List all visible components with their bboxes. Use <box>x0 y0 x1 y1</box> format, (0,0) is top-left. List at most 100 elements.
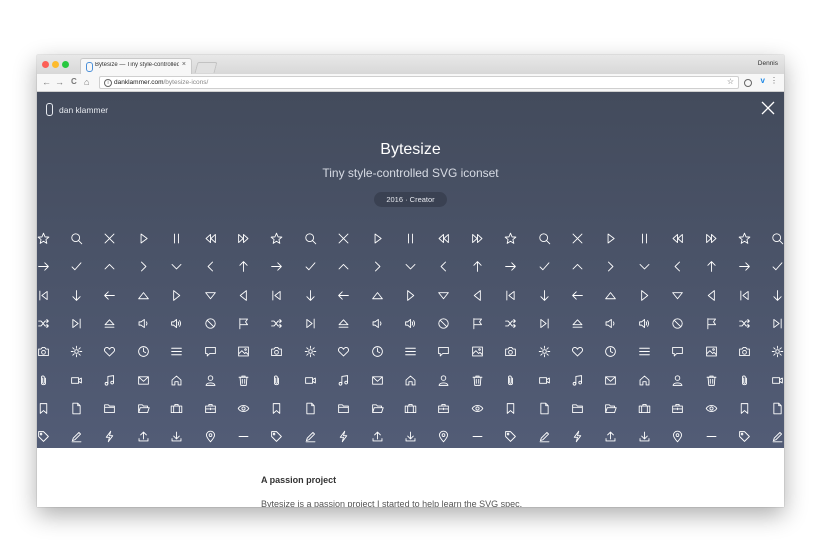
video-icon[interactable] <box>304 374 317 387</box>
chevron-right-icon[interactable] <box>137 260 150 273</box>
chevron-bottom-icon[interactable] <box>404 260 417 273</box>
forward-arrow-icon[interactable]: → <box>55 77 64 87</box>
home-icon[interactable] <box>638 374 651 387</box>
end-icon[interactable] <box>304 317 317 330</box>
paperclip-icon[interactable] <box>738 374 751 387</box>
arrow-top-icon[interactable] <box>237 260 250 273</box>
more-menu-icon[interactable]: ⋮ <box>770 76 778 85</box>
check-icon[interactable] <box>771 260 784 273</box>
trash-icon[interactable] <box>705 374 718 387</box>
folder-open-icon[interactable] <box>604 402 617 415</box>
rewind-icon[interactable] <box>671 232 684 245</box>
search-icon[interactable] <box>771 232 784 245</box>
site-brand[interactable]: dan klammer <box>46 103 108 116</box>
settings-icon[interactable] <box>538 345 551 358</box>
location-icon[interactable] <box>437 430 450 443</box>
triangle-up-icon[interactable] <box>604 289 617 302</box>
minimize-window-button[interactable] <box>52 61 59 68</box>
bookmark-icon[interactable] <box>270 402 283 415</box>
chevron-top-icon[interactable] <box>337 260 350 273</box>
clock-icon[interactable] <box>137 345 150 358</box>
mail-icon[interactable] <box>604 374 617 387</box>
end-icon[interactable] <box>538 317 551 330</box>
fastforward-icon[interactable] <box>237 232 250 245</box>
photo-icon[interactable] <box>705 345 718 358</box>
lightning-icon[interactable] <box>571 430 584 443</box>
chevron-right-icon[interactable] <box>604 260 617 273</box>
minus-icon[interactable] <box>471 430 484 443</box>
chevron-left-icon[interactable] <box>671 260 684 273</box>
check-icon[interactable] <box>304 260 317 273</box>
heart-icon[interactable] <box>571 345 584 358</box>
chevron-top-icon[interactable] <box>571 260 584 273</box>
rewind-icon[interactable] <box>437 232 450 245</box>
close-icon[interactable] <box>761 101 775 115</box>
start-icon[interactable] <box>270 289 283 302</box>
arrow-left-icon[interactable] <box>337 289 350 302</box>
clock-icon[interactable] <box>371 345 384 358</box>
info-icon[interactable]: i <box>104 79 112 87</box>
user-icon[interactable] <box>204 374 217 387</box>
eye-icon[interactable] <box>471 402 484 415</box>
arrow-bottom-icon[interactable] <box>771 289 784 302</box>
video-icon[interactable] <box>70 374 83 387</box>
reload-icon[interactable]: C <box>71 77 77 87</box>
chevron-right-icon[interactable] <box>371 260 384 273</box>
portfolio-icon[interactable] <box>638 402 651 415</box>
mail-icon[interactable] <box>371 374 384 387</box>
clock-icon[interactable] <box>604 345 617 358</box>
search-icon[interactable] <box>538 232 551 245</box>
end-icon[interactable] <box>771 317 784 330</box>
eject-icon[interactable] <box>571 317 584 330</box>
volume-loud-icon[interactable] <box>638 317 651 330</box>
trash-icon[interactable] <box>237 374 250 387</box>
triangle-right-icon[interactable] <box>638 289 651 302</box>
vimeo-extension-icon[interactable]: v <box>761 76 765 85</box>
home-icon[interactable]: ⌂ <box>84 77 89 87</box>
upload-icon[interactable] <box>137 430 150 443</box>
star-icon[interactable] <box>37 232 50 245</box>
camera-icon[interactable] <box>738 345 751 358</box>
tag-icon[interactable] <box>270 430 283 443</box>
chevron-top-icon[interactable] <box>103 260 116 273</box>
flag-icon[interactable] <box>471 317 484 330</box>
folder-icon[interactable] <box>103 402 116 415</box>
heart-icon[interactable] <box>103 345 116 358</box>
close-window-button[interactable] <box>42 61 49 68</box>
file-icon[interactable] <box>70 402 83 415</box>
shuffle-icon[interactable] <box>270 317 283 330</box>
bookmark-star-icon[interactable]: ☆ <box>727 77 734 87</box>
fastforward-icon[interactable] <box>705 232 718 245</box>
menu-icon[interactable] <box>170 345 183 358</box>
chevron-bottom-icon[interactable] <box>170 260 183 273</box>
arrow-bottom-icon[interactable] <box>538 289 551 302</box>
search-icon[interactable] <box>304 232 317 245</box>
tab-bytesize[interactable]: Bytesize — Tiny style-controlled × <box>80 58 192 74</box>
triangle-down-icon[interactable] <box>204 289 217 302</box>
photo-icon[interactable] <box>237 345 250 358</box>
portfolio-icon[interactable] <box>404 402 417 415</box>
shuffle-icon[interactable] <box>504 317 517 330</box>
chevron-left-icon[interactable] <box>437 260 450 273</box>
triangle-right-icon[interactable] <box>170 289 183 302</box>
folder-open-icon[interactable] <box>137 402 150 415</box>
ban-icon[interactable] <box>437 317 450 330</box>
location-icon[interactable] <box>671 430 684 443</box>
arrow-left-icon[interactable] <box>103 289 116 302</box>
paperclip-icon[interactable] <box>270 374 283 387</box>
message-icon[interactable] <box>204 345 217 358</box>
camera-icon[interactable] <box>37 345 50 358</box>
paperclip-icon[interactable] <box>37 374 50 387</box>
trash-icon[interactable] <box>471 374 484 387</box>
start-icon[interactable] <box>37 289 50 302</box>
bookmark-icon[interactable] <box>738 402 751 415</box>
start-icon[interactable] <box>504 289 517 302</box>
menu-icon[interactable] <box>404 345 417 358</box>
volume-loud-icon[interactable] <box>170 317 183 330</box>
triangle-left-icon[interactable] <box>471 289 484 302</box>
settings-icon[interactable] <box>304 345 317 358</box>
mail-icon[interactable] <box>137 374 150 387</box>
tag-icon[interactable] <box>37 430 50 443</box>
arrow-right-icon[interactable] <box>504 260 517 273</box>
check-icon[interactable] <box>538 260 551 273</box>
